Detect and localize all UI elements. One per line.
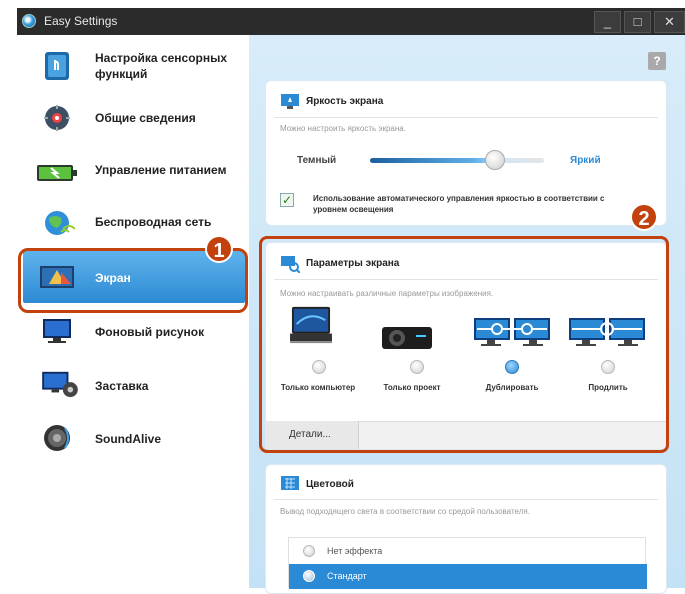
auto-brightness-label: Использование автоматического управления… bbox=[313, 194, 605, 214]
sidebar-item-general[interactable]: Общие сведения bbox=[17, 93, 249, 145]
effect-option-none[interactable]: Нет эффекта bbox=[289, 539, 647, 564]
app-icon bbox=[22, 14, 36, 28]
close-button[interactable]: ✕ bbox=[654, 11, 685, 33]
divider bbox=[274, 499, 658, 500]
sidebar-item-label: Управление питанием bbox=[95, 163, 227, 177]
sidebar-item-label: Общие сведения bbox=[95, 111, 196, 125]
battery-icon bbox=[37, 165, 77, 181]
help-button[interactable]: ? bbox=[648, 52, 666, 70]
effect-option-standard[interactable]: Стандарт bbox=[289, 564, 647, 589]
color-title: Цветовой bbox=[306, 479, 354, 490]
brightness-icon bbox=[281, 94, 299, 109]
brightness-description: Можно настроить яркость экрана. bbox=[280, 124, 406, 133]
sidebar-item-label: Заставка bbox=[95, 379, 149, 393]
brightness-slider-track[interactable] bbox=[370, 158, 544, 163]
sidebar-item-touch[interactable]: Настройка сенсорных функций bbox=[17, 41, 249, 93]
sidebar-item-label: Фоновый рисунок bbox=[95, 325, 205, 339]
effect-radio[interactable] bbox=[303, 570, 315, 582]
brightness-title: Яркость экрана bbox=[306, 96, 384, 107]
maximize-button[interactable]: □ bbox=[624, 11, 651, 33]
wallpaper-monitor-icon bbox=[43, 319, 71, 343]
sidebar-item-label: Настройка сенсорных функций bbox=[95, 51, 228, 81]
wireless-globe-icon bbox=[45, 211, 75, 235]
callout-badge-1: 1 bbox=[205, 235, 233, 263]
brightness-slider-thumb[interactable] bbox=[485, 150, 505, 170]
sidebar-item-screensaver[interactable]: Заставка bbox=[17, 359, 249, 411]
window-title: Easy Settings bbox=[44, 14, 118, 28]
touch-hand-icon bbox=[45, 52, 69, 80]
sidebar-item-label: SoundAlive bbox=[95, 432, 162, 446]
effect-label: Нет эффекта bbox=[327, 546, 383, 556]
sidebar-item-soundalive[interactable]: SoundAlive bbox=[17, 413, 249, 465]
callout-badge-2: 2 bbox=[630, 203, 658, 231]
effect-label: Стандарт bbox=[327, 571, 367, 581]
minimize-button[interactable]: _ bbox=[594, 11, 621, 33]
highlight-outline-2 bbox=[259, 236, 669, 453]
effect-radio[interactable] bbox=[303, 545, 315, 557]
effect-list: Нет эффекта Стандарт bbox=[288, 537, 647, 589]
color-grid-icon bbox=[281, 476, 299, 490]
brightness-dark-label: Темный bbox=[297, 155, 337, 166]
brightness-bright-label: Яркий bbox=[570, 155, 601, 166]
sidebar-item-power[interactable]: Управление питанием bbox=[17, 145, 249, 197]
color-description: Вывод подходящего света в соответствии с… bbox=[280, 507, 530, 516]
divider bbox=[274, 117, 658, 118]
speaker-icon bbox=[44, 425, 70, 451]
screensaver-icon bbox=[42, 371, 78, 398]
sidebar-item-label: Беспроводная сеть bbox=[95, 215, 212, 229]
title-bar: Easy Settings _ □ ✕ bbox=[17, 8, 685, 35]
auto-brightness-checkbox[interactable]: ✓ bbox=[280, 193, 294, 207]
gear-icon bbox=[44, 105, 70, 131]
